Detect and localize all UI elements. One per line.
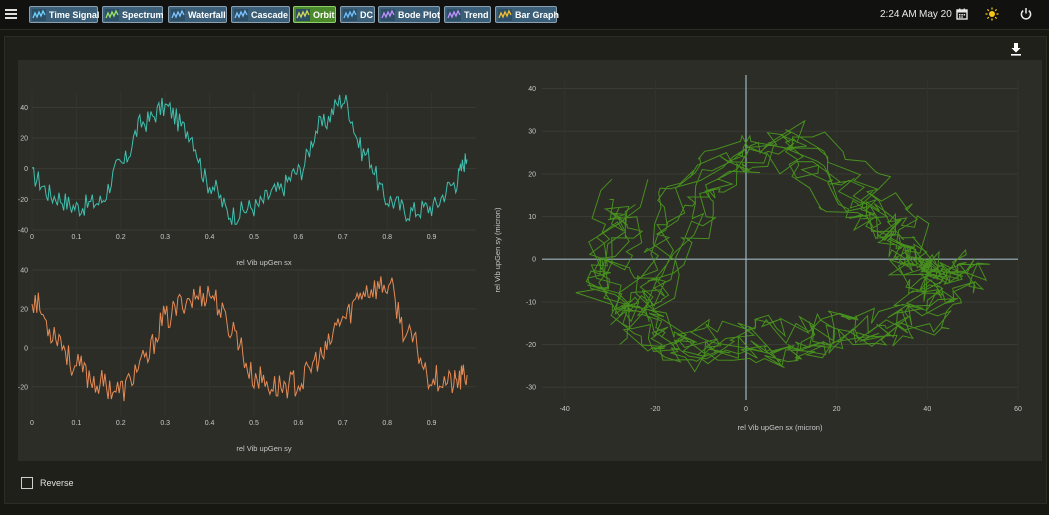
nav-button-label: DC xyxy=(360,9,373,20)
y-tick-label: -10 xyxy=(526,299,536,306)
nav-button-label: Trend xyxy=(464,9,489,20)
x-tick-label: 0.3 xyxy=(160,234,170,241)
x-tick-label: 0.3 xyxy=(160,420,170,427)
x-tick-label: 0.8 xyxy=(382,234,392,241)
x-tick-label: 0 xyxy=(30,420,34,427)
reverse-label: Reverse xyxy=(40,478,74,488)
y-tick-label: 40 xyxy=(528,86,536,93)
y-tick-label: -20 xyxy=(526,342,536,349)
y-tick-label: 20 xyxy=(20,306,28,313)
reverse-checkbox[interactable]: Reverse xyxy=(21,477,74,489)
dc-icon xyxy=(343,8,357,21)
x-tick-label: 20 xyxy=(833,406,841,413)
plot-area: 40 20 0 -20 -40 0 0.1 0.2 0.3 0.4 0.5 0.6 0.7 0.8 0.9 r… xyxy=(18,60,1042,461)
nav-button-label: Spectrum xyxy=(122,9,164,20)
x-axis-title: rel Vib upGen sy xyxy=(236,444,292,453)
y-tick-label: 30 xyxy=(528,129,536,136)
x-tick-label: 0.2 xyxy=(116,420,126,427)
x-tick-label: 0.5 xyxy=(249,420,259,427)
series-line xyxy=(31,276,468,402)
x-tick-label: -40 xyxy=(560,406,570,413)
y-tick-label: 10 xyxy=(528,214,536,221)
y-tick-label: 0 xyxy=(24,345,28,352)
x-tick-label: 0.8 xyxy=(382,420,392,427)
nav-button-time-signal[interactable]: Time Signal xyxy=(29,6,100,23)
power-icon[interactable] xyxy=(1019,7,1033,21)
x-axis-title: rel Vib upGen sx (micron) xyxy=(738,423,823,432)
y-tick-label: 0 xyxy=(532,257,536,264)
nav-button-label: Bode Plot xyxy=(398,9,440,20)
x-tick-label: 0.9 xyxy=(427,234,437,241)
nav-button-dc[interactable]: DC xyxy=(340,6,375,23)
x-tick-label: -20 xyxy=(650,406,660,413)
y-tick-label: -40 xyxy=(18,228,28,235)
sun-icon[interactable] xyxy=(985,7,999,21)
x-tick-label: 0.6 xyxy=(294,234,304,241)
orbit-trace xyxy=(575,119,991,373)
download-icon[interactable] xyxy=(1010,42,1022,56)
y-tick-label: -20 xyxy=(18,384,28,391)
x-tick-label: 0.1 xyxy=(72,234,82,241)
nav-button-bar-graph[interactable]: Bar Graph xyxy=(495,6,560,23)
y-tick-label: 40 xyxy=(20,105,28,112)
trend-icon xyxy=(447,8,461,21)
x-tick-label: 60 xyxy=(1014,406,1022,413)
x-tick-label: 0.7 xyxy=(338,420,348,427)
x-tick-label: 40 xyxy=(923,406,931,413)
series-line xyxy=(31,94,468,225)
bar-graph-icon xyxy=(498,8,512,21)
nav-button-bode-plot[interactable]: Bode Plot xyxy=(378,6,440,23)
x-tick-label: 0.4 xyxy=(205,420,215,427)
nav-button-label: Orbit xyxy=(313,9,335,20)
spectrum-icon xyxy=(105,8,119,21)
waterfall-icon xyxy=(171,8,185,21)
x-tick-label: 0.2 xyxy=(116,234,126,241)
x-tick-label: 0 xyxy=(30,234,34,241)
checkbox-icon[interactable] xyxy=(21,477,33,489)
x-tick-label: 0.1 xyxy=(72,420,82,427)
calendar-icon[interactable] xyxy=(955,7,969,21)
plots-svg: 40200-20-400 0.1 0.2 0.3 0.4 0.5 0.6 0.7 0.8 0.9r… xyxy=(18,75,1022,453)
x-tick-label: 0.7 xyxy=(338,234,348,241)
y-tick-label: 20 xyxy=(528,171,536,178)
nav-button-orbit[interactable]: Orbit xyxy=(293,6,336,23)
x-tick-label: 0.9 xyxy=(427,420,437,427)
y-tick-label: -30 xyxy=(526,385,536,392)
x-axis-title: rel Vib upGen sx xyxy=(236,258,292,267)
top-toolbar: Time Signal Spectrum Waterfall Cascade Orbit… xyxy=(0,0,1049,30)
nav-button-trend[interactable]: Trend xyxy=(444,6,491,23)
y-tick-label: 0 xyxy=(24,166,28,173)
y-tick-label: 40 xyxy=(20,268,28,275)
y-tick-label: 20 xyxy=(20,136,28,143)
orbit-icon xyxy=(296,8,310,21)
y-tick-label: -20 xyxy=(18,197,28,204)
nav-button-label: Cascade xyxy=(251,9,289,20)
nav-button-label: Waterfall xyxy=(188,9,226,20)
nav-button-label: Bar Graph xyxy=(515,9,560,20)
y-axis-title: rel Vib upGen sy (micron) xyxy=(493,207,502,292)
clock-time: 2:24 AM xyxy=(880,9,917,20)
time-signal-icon xyxy=(32,8,46,21)
x-tick-label: 0.6 xyxy=(294,420,304,427)
nav-button-spectrum[interactable]: Spectrum xyxy=(102,6,164,23)
nav-button-label: Time Signal xyxy=(49,9,100,20)
orbit-panel: 40 20 0 -20 -40 0 0.1 0.2 0.3 0.4 0.5 0.6 0.7 0.8 0.9 r… xyxy=(4,36,1047,504)
x-tick-label: 0 xyxy=(744,406,748,413)
nav-button-waterfall[interactable]: Waterfall xyxy=(168,6,227,23)
cascade-icon xyxy=(234,8,248,21)
x-tick-label: 0.4 xyxy=(205,234,215,241)
clock-date: May 20 xyxy=(919,9,952,20)
bode-plot-icon xyxy=(381,8,395,21)
menu-icon[interactable] xyxy=(5,9,17,19)
nav-button-cascade[interactable]: Cascade xyxy=(231,6,290,23)
x-tick-label: 0.5 xyxy=(249,234,259,241)
